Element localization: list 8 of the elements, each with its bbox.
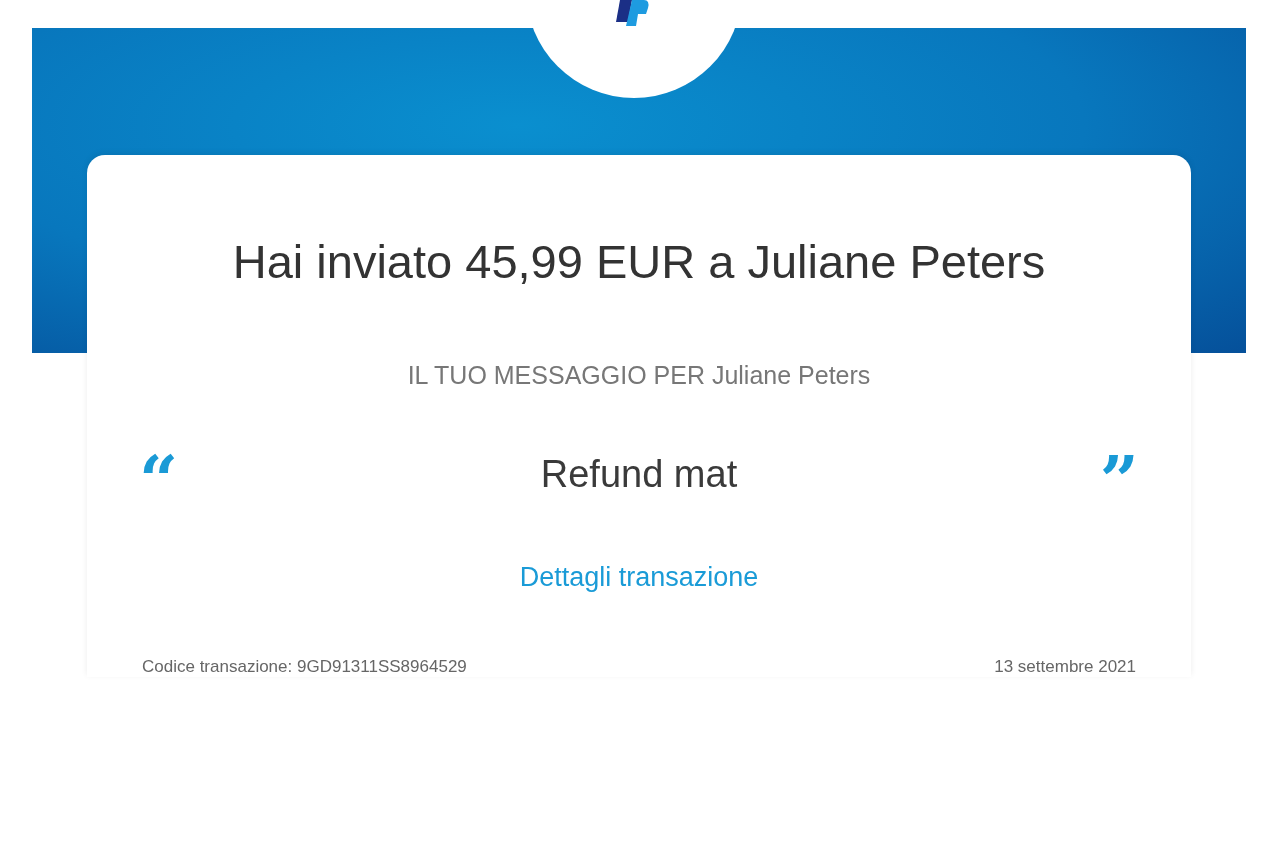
transaction-code: Codice transazione: 9GD91311SS8964529 (142, 657, 467, 677)
message-label: IL TUO MESSAGGIO PER Juliane Peters (407, 361, 871, 390)
message-text: Refund mat (540, 452, 738, 497)
transaction-date: 13 settembre 2021 (994, 657, 1136, 677)
close-quote: ” (1099, 450, 1139, 506)
payment-title: Hai inviato 45,99 EUR a Juliane Peters (232, 234, 1046, 290)
open-quote: “ (139, 450, 179, 506)
transaction-details-link[interactable]: Dettagli transazione (519, 562, 759, 593)
